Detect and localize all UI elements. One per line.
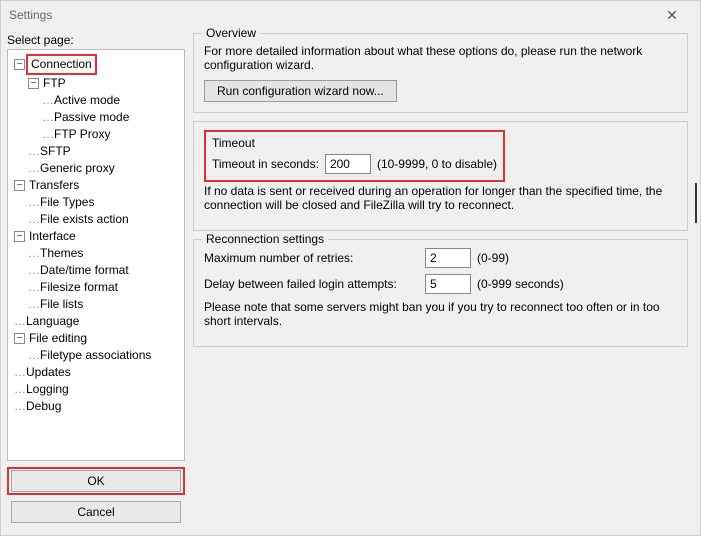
overview-text: For more detailed information about what… xyxy=(204,44,677,72)
tree-dots-icon: … xyxy=(28,245,38,262)
tree-item-debug[interactable]: …Debug xyxy=(12,398,182,415)
overview-group: Overview For more detailed information a… xyxy=(193,33,688,113)
tree-dots-icon: … xyxy=(14,381,24,398)
tree-label: Interface xyxy=(29,228,76,245)
tree-item-passive-mode[interactable]: …Passive mode xyxy=(40,109,182,126)
reconnect-note: Please note that some servers might ban … xyxy=(204,300,677,328)
tree-label: Passive mode xyxy=(54,109,129,126)
tree-label: Filetype associations xyxy=(40,347,151,364)
collapse-icon[interactable]: − xyxy=(14,180,25,191)
tree-item-language[interactable]: …Language xyxy=(12,313,182,330)
left-pane: Select page: − Connection xyxy=(7,33,185,529)
tree-label: Generic proxy xyxy=(40,160,115,177)
tree-label: Date/time format xyxy=(40,262,129,279)
collapse-icon[interactable]: − xyxy=(28,78,39,89)
tree-dots-icon: … xyxy=(28,160,38,177)
tree-label: Updates xyxy=(26,364,71,381)
window-body: Select page: − Connection xyxy=(1,29,700,535)
settings-window: Settings ✕ Select page: − Connection xyxy=(0,0,701,536)
tree-dots-icon: … xyxy=(14,398,24,415)
window-title: Settings xyxy=(9,8,652,22)
ok-button[interactable]: OK xyxy=(11,470,181,492)
collapse-icon[interactable]: − xyxy=(14,333,25,344)
tree-item-ftp-proxy[interactable]: …FTP Proxy xyxy=(40,126,182,143)
tree-item-datetime[interactable]: …Date/time format xyxy=(26,262,182,279)
tree-dots-icon: … xyxy=(42,126,52,143)
tree-item-file-exists[interactable]: …File exists action xyxy=(26,211,182,228)
tree-dots-icon: … xyxy=(28,262,38,279)
tree-item-filelists[interactable]: …File lists xyxy=(26,296,182,313)
settings-tree[interactable]: − Connection − FTP … xyxy=(10,54,182,415)
tree-item-active-mode[interactable]: …Active mode xyxy=(40,92,182,109)
tree-label: File Types xyxy=(40,194,94,211)
scrollbar-hint[interactable] xyxy=(695,183,697,223)
timeout-input[interactable] xyxy=(325,154,371,174)
tree-dots-icon: … xyxy=(14,313,24,330)
tree-label: FTP Proxy xyxy=(54,126,110,143)
retries-input[interactable] xyxy=(425,248,471,268)
run-wizard-button[interactable]: Run configuration wizard now... xyxy=(204,80,397,102)
tree-label: File lists xyxy=(40,296,83,313)
tree-item-file-editing[interactable]: − File editing xyxy=(12,330,182,347)
collapse-icon[interactable]: − xyxy=(14,231,25,242)
delay-label: Delay between failed login attempts: xyxy=(204,277,419,291)
tree-box: − Connection − FTP … xyxy=(7,49,185,461)
tree-label: Language xyxy=(26,313,79,330)
tree-item-connection[interactable]: − Connection xyxy=(12,54,182,75)
ok-highlight: OK xyxy=(7,467,185,495)
tree-label: Themes xyxy=(40,245,83,262)
tree-item-filetype-assoc[interactable]: …Filetype associations xyxy=(26,347,182,364)
overview-title: Overview xyxy=(202,26,260,40)
tree-label: File editing xyxy=(29,330,87,347)
timeout-title: Timeout xyxy=(212,136,497,154)
retries-hint: (0-99) xyxy=(477,251,509,265)
tree-label: File exists action xyxy=(40,211,129,228)
titlebar: Settings ✕ xyxy=(1,1,700,29)
timeout-highlight: Timeout Timeout in seconds: (10-9999, 0 … xyxy=(204,130,505,182)
tree-item-generic-proxy[interactable]: …Generic proxy xyxy=(26,160,182,177)
tree-item-transfers[interactable]: − Transfers xyxy=(12,177,182,194)
tree-label: Debug xyxy=(26,398,61,415)
timeout-group: Timeout Timeout in seconds: (10-9999, 0 … xyxy=(193,121,688,231)
tree-label: Connection xyxy=(26,54,97,75)
tree-item-ftp[interactable]: − FTP xyxy=(26,75,182,92)
tree-item-themes[interactable]: …Themes xyxy=(26,245,182,262)
collapse-icon[interactable]: − xyxy=(14,59,25,70)
tree-label: SFTP xyxy=(40,143,71,160)
reconnect-title: Reconnection settings xyxy=(202,232,328,246)
timeout-hint: (10-9999, 0 to disable) xyxy=(377,157,497,171)
tree-item-file-types[interactable]: …File Types xyxy=(26,194,182,211)
tree-dots-icon: … xyxy=(28,347,38,364)
retries-label: Maximum number of retries: xyxy=(204,251,419,265)
tree-dots-icon: … xyxy=(28,279,38,296)
tree-dots-icon: … xyxy=(42,92,52,109)
tree-label: Logging xyxy=(26,381,69,398)
tree-item-sftp[interactable]: …SFTP xyxy=(26,143,182,160)
close-icon[interactable]: ✕ xyxy=(652,3,692,27)
tree-label: Active mode xyxy=(54,92,120,109)
tree-label: FTP xyxy=(43,75,66,92)
tree-dots-icon: … xyxy=(42,109,52,126)
timeout-note: If no data is sent or received during an… xyxy=(204,184,677,212)
tree-label: Filesize format xyxy=(40,279,118,296)
tree-dots-icon: … xyxy=(28,211,38,228)
delay-input[interactable] xyxy=(425,274,471,294)
cancel-button[interactable]: Cancel xyxy=(11,501,181,523)
tree-dots-icon: … xyxy=(14,364,24,381)
tree-item-interface[interactable]: − Interface xyxy=(12,228,182,245)
right-pane: Overview For more detailed information a… xyxy=(193,33,694,529)
dialog-buttons: OK Cancel xyxy=(7,467,185,529)
tree-dots-icon: … xyxy=(28,143,38,160)
reconnect-group: Reconnection settings Maximum number of … xyxy=(193,239,688,347)
tree-item-logging[interactable]: …Logging xyxy=(12,381,182,398)
tree-dots-icon: … xyxy=(28,296,38,313)
tree-item-updates[interactable]: …Updates xyxy=(12,364,182,381)
tree-label: Transfers xyxy=(29,177,79,194)
tree-dots-icon: … xyxy=(28,194,38,211)
select-page-label: Select page: xyxy=(7,33,185,47)
timeout-label: Timeout in seconds: xyxy=(212,157,319,171)
delay-hint: (0-999 seconds) xyxy=(477,277,564,291)
tree-item-filesize[interactable]: …Filesize format xyxy=(26,279,182,296)
